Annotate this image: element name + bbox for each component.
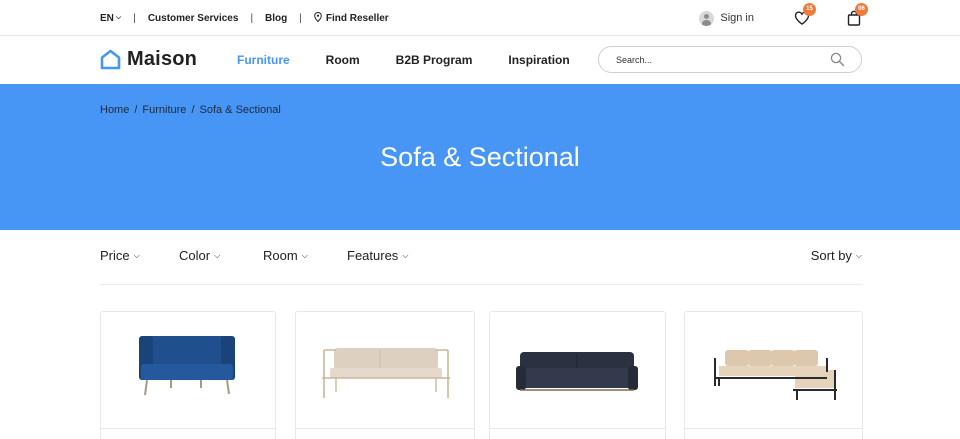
divider: |: [250, 12, 254, 24]
find-reseller-link[interactable]: Find Reseller: [314, 12, 389, 24]
hero-banner: Home / Furniture / Sofa & Sectional Sofa…: [0, 84, 960, 230]
sign-in-label: Sign in: [720, 12, 754, 24]
chevron-down-icon: ⌵: [115, 14, 122, 21]
breadcrumb-furniture[interactable]: Furniture: [142, 104, 186, 116]
language-label: EN: [100, 12, 114, 24]
wishlist-count-badge: 15: [803, 3, 816, 16]
blue-loveseat-image: [139, 336, 235, 396]
divider: |: [299, 12, 302, 24]
beige-frame-sofa-image: [322, 348, 450, 398]
sort-dropdown[interactable]: Sort by ⌵: [811, 248, 862, 263]
filter-color-label: Color: [179, 248, 211, 263]
chevron-down-icon: ⌵: [133, 250, 140, 260]
search-icon[interactable]: [830, 52, 845, 67]
product-card[interactable]: [100, 311, 276, 439]
nav-item-inspiration[interactable]: Inspiration: [508, 53, 569, 67]
chevron-down-icon: ⌵: [214, 250, 221, 260]
language-selector[interactable]: EN ⌵: [100, 13, 121, 24]
cart-button[interactable]: 06: [846, 3, 868, 26]
chevron-down-icon: ⌵: [855, 250, 862, 260]
customer-services-link[interactable]: Customer Services: [148, 13, 239, 24]
logo[interactable]: Maison: [100, 48, 197, 71]
product-card[interactable]: [489, 311, 666, 439]
filter-room[interactable]: Room ⌵: [263, 248, 308, 263]
blog-link[interactable]: Blog: [265, 13, 287, 24]
house-logo-icon: [100, 49, 121, 70]
product-card[interactable]: [295, 311, 475, 439]
sign-in-button[interactable]: Sign in: [699, 10, 754, 26]
filter-features[interactable]: Features ⌵: [347, 248, 408, 263]
navy-sofa-image: [516, 352, 638, 391]
main-nav: Maison Furniture Room B2B Program Inspir…: [0, 36, 960, 84]
sectional-sofa-image: [714, 350, 837, 400]
chevron-down-icon: ⌵: [402, 250, 409, 260]
filter-bar: Price ⌵ Color ⌵ Room ⌵ Features ⌵ Sort by ⌵: [100, 248, 862, 285]
filter-color[interactable]: Color ⌵: [179, 248, 220, 263]
nav-item-b2b-program[interactable]: B2B Program: [396, 53, 473, 67]
search-bar: [598, 46, 862, 73]
user-avatar-icon: [699, 10, 715, 26]
breadcrumb-home[interactable]: Home: [100, 104, 129, 116]
search-input[interactable]: [616, 54, 816, 65]
nav-item-room[interactable]: Room: [326, 53, 360, 67]
nav-item-furniture[interactable]: Furniture: [237, 53, 290, 67]
breadcrumb-separator: /: [134, 104, 138, 116]
product-card[interactable]: [684, 311, 863, 439]
breadcrumb: Home / Furniture / Sofa & Sectional: [100, 104, 281, 116]
find-reseller-label: Find Reseller: [325, 13, 389, 24]
location-pin-icon: [314, 12, 322, 22]
chevron-down-icon: ⌵: [301, 250, 308, 260]
page-title: Sofa & Sectional: [380, 142, 580, 172]
cart-count-badge: 06: [855, 3, 868, 16]
filter-features-label: Features: [347, 248, 399, 263]
filter-price-label: Price: [100, 248, 130, 263]
breadcrumb-current: Sofa & Sectional: [199, 104, 281, 116]
divider: |: [133, 12, 136, 24]
filter-price[interactable]: Price ⌵: [100, 248, 140, 263]
wishlist-button[interactable]: 15: [794, 3, 816, 26]
logo-text: Maison: [127, 48, 198, 70]
breadcrumb-separator: /: [191, 104, 195, 116]
filter-room-label: Room: [263, 248, 298, 263]
sort-label: Sort by: [810, 248, 852, 263]
top-bar: EN ⌵ | Customer Services | Blog | Find R…: [0, 0, 960, 36]
